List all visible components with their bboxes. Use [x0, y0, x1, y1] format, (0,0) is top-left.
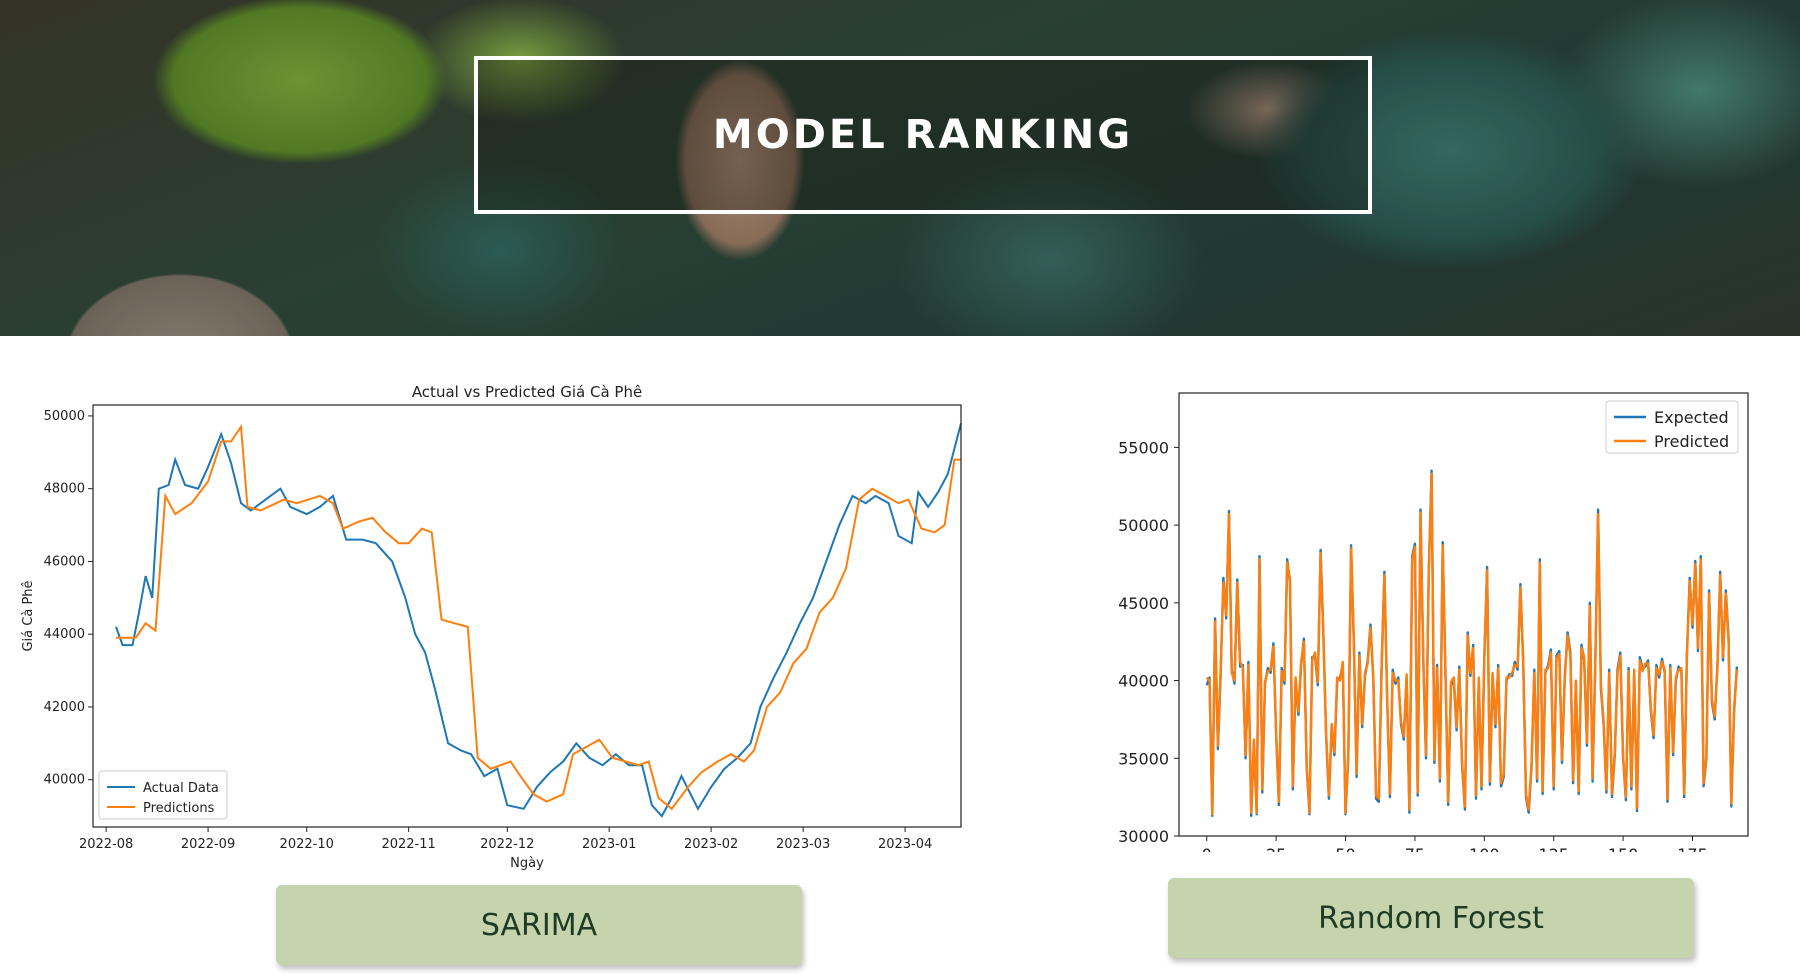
x-tick-label: 100 — [1469, 845, 1500, 852]
page-title: MODEL RANKING — [712, 112, 1134, 158]
y-tick-label: 40000 — [1118, 672, 1169, 691]
x-tick-label: 2022-09 — [181, 837, 235, 852]
x-tick-label: 0 — [1202, 845, 1212, 852]
x-tick-label: 175 — [1677, 845, 1708, 852]
random-forest-label: Random Forest — [1318, 900, 1544, 936]
x-tick-label: 2023-02 — [684, 837, 738, 852]
y-tick-label: 42000 — [44, 700, 85, 715]
sarima-label-button[interactable]: SARIMA — [276, 885, 802, 965]
y-axis-label: Giá Cà Phê — [21, 580, 36, 651]
y-tick-label: 35000 — [1118, 749, 1169, 768]
legend-label: Predicted — [1654, 432, 1729, 451]
x-axis-label: Ngày — [510, 856, 544, 871]
title-box: MODEL RANKING — [474, 56, 1372, 214]
y-tick-label: 50000 — [1118, 516, 1169, 535]
legend: Expected Predicted — [1605, 400, 1739, 454]
y-tick-label: 55000 — [1118, 438, 1169, 457]
sarima-chart: Actual vs Predicted Giá Cà Phê 40000 42000… — [21, 383, 962, 871]
y-tick-label: 46000 — [44, 554, 85, 569]
series-line-predicted — [1205, 472, 1739, 816]
y-tick-label: 50000 — [44, 409, 85, 424]
x-tick-label: 75 — [1405, 845, 1425, 852]
y-tick-label: 44000 — [44, 627, 85, 642]
x-tick-label: 2022-12 — [480, 837, 534, 852]
x-tick-label: 2023-01 — [582, 837, 636, 852]
legend-label: Expected — [1654, 408, 1729, 427]
x-tick-label: 2022-11 — [381, 837, 435, 852]
series-line-predictions — [116, 423, 961, 811]
random-forest-chart: 30000 35000 40000 45000 50000 55000 0 25 50 75 100… — [1118, 392, 1749, 852]
x-tick-label: 150 — [1608, 845, 1639, 852]
x-tick-label: 25 — [1266, 845, 1286, 852]
hero-banner: MODEL RANKING — [0, 0, 1800, 336]
y-tick-label: 45000 — [1118, 594, 1169, 613]
legend-label: Actual Data — [143, 781, 219, 796]
x-tick-label: 2023-03 — [776, 837, 830, 852]
x-tick-label: 50 — [1335, 845, 1355, 852]
x-tick-label: 2023-04 — [878, 837, 932, 852]
random-forest-label-button[interactable]: Random Forest — [1168, 878, 1694, 958]
chart-title: Actual vs Predicted Giá Cà Phê — [412, 383, 642, 401]
y-tick-label: 40000 — [44, 773, 85, 788]
legend: Actual Data Predictions — [98, 770, 228, 820]
x-tick-label: 2022-08 — [79, 837, 133, 852]
sarima-label: SARIMA — [480, 907, 598, 943]
x-tick-label: 2022-10 — [280, 837, 334, 852]
y-tick-label: 48000 — [44, 482, 85, 497]
x-tick-label: 125 — [1538, 845, 1569, 852]
legend-label: Predictions — [143, 801, 215, 816]
plot-frame — [92, 404, 962, 828]
y-tick-label: 30000 — [1118, 827, 1169, 846]
series-line-actual — [115, 422, 962, 818]
